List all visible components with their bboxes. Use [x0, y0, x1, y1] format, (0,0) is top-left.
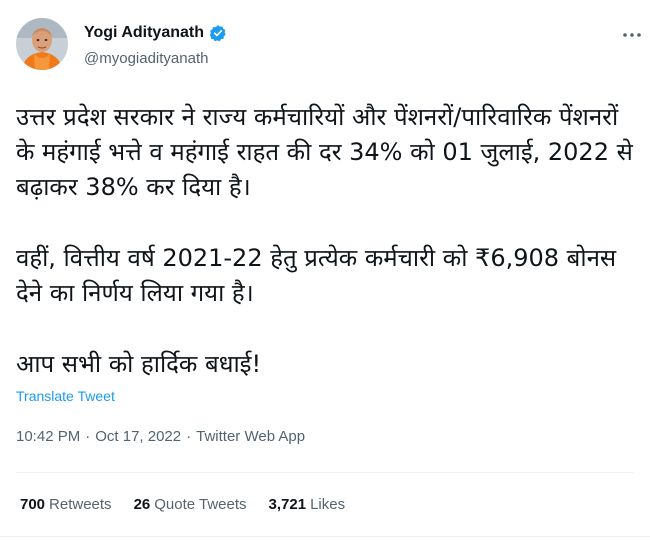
tweet-source[interactable]: Twitter Web App: [196, 428, 305, 445]
likes-label: Likes: [310, 496, 346, 513]
quote-tweets-label: Quote Tweets: [154, 496, 247, 513]
quote-tweets-stat[interactable]: 26 Quote Tweets: [134, 496, 247, 513]
tweet-metadata: 10:42 PM · Oct 17, 2022 · Twitter Web Ap…: [16, 428, 305, 445]
engagement-stats: 700 Retweets 26 Quote Tweets 3,721 Likes: [20, 496, 345, 513]
verified-badge-icon: [209, 24, 227, 42]
likes-count: 3,721: [268, 496, 307, 513]
separator-dot: ·: [85, 428, 91, 445]
retweets-count: 700: [20, 496, 46, 513]
author-name-text[interactable]: Yogi Adityanath: [84, 24, 204, 42]
tweet-paragraph: आप सभी को हार्दिक बधाई!: [16, 350, 262, 378]
tweet-paragraph: उत्तर प्रदेश सरकार ने राज्य कर्मचारियों …: [16, 103, 633, 201]
divider: [0, 536, 650, 537]
separator-dot: ·: [186, 428, 192, 445]
divider: [16, 472, 634, 473]
tweet-time[interactable]: 10:42 PM: [16, 428, 80, 445]
more-horizontal-icon[interactable]: [622, 22, 642, 43]
tweet-text: उत्तर प्रदेश सरकार ने राज्य कर्मचारियों …: [16, 100, 641, 418]
likes-stat[interactable]: 3,721 Likes: [269, 496, 346, 513]
retweets-label: Retweets: [49, 496, 112, 513]
quote-tweets-count: 26: [133, 496, 151, 513]
retweets-stat[interactable]: 700 Retweets: [20, 496, 112, 513]
tweet-date[interactable]: Oct 17, 2022: [95, 428, 181, 445]
tweet-card: Yogi Adityanath @myogiadityanath उत्तर प…: [0, 0, 650, 540]
author-name[interactable]: Yogi Adityanath: [84, 24, 227, 42]
avatar[interactable]: [16, 18, 68, 70]
author-handle[interactable]: @myogiadityanath: [84, 50, 208, 67]
translate-tweet-link[interactable]: Translate Tweet: [16, 388, 115, 404]
tweet-paragraph: वहीं, वित्तीय वर्ष 2021-22 हेतु प्रत्येक…: [16, 244, 617, 307]
